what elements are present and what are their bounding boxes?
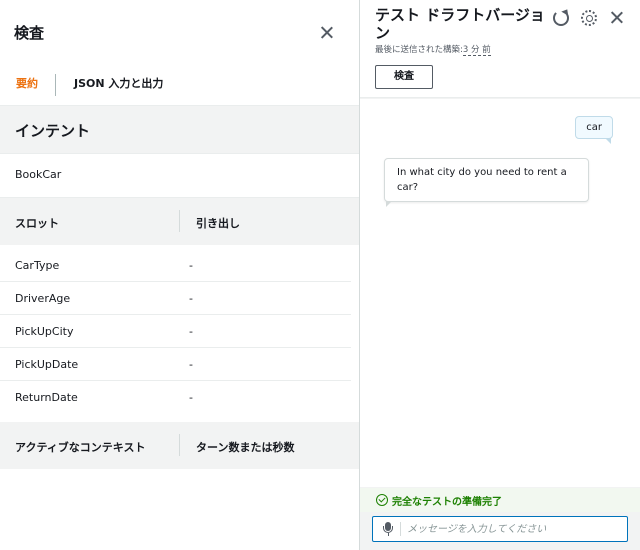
intent-heading: インテント xyxy=(15,122,91,140)
user-message-bubble: car xyxy=(575,116,613,144)
ready-status-text: 完全なテストの準備完了 xyxy=(392,497,502,508)
table-row: PickUpDate - xyxy=(0,348,351,381)
table-row: DriverAge - xyxy=(0,282,351,315)
inspect-title: 検査 xyxy=(14,24,45,42)
bot-message-bubble: In what city do you need to rent a car? xyxy=(384,158,589,207)
contexts-table-header: アクティブなコンテキスト ターン数または秒数 xyxy=(0,422,359,469)
test-panel: テスト ドラフトバージョン 最後に送信された構築:3 分 前 検査 car In… xyxy=(360,0,640,550)
message-input[interactable] xyxy=(407,520,619,538)
slot-name: PickUpCity xyxy=(15,325,74,338)
input-separator xyxy=(400,522,401,536)
tab-summary[interactable]: 要約 xyxy=(16,62,38,106)
table-row: ReturnDate - xyxy=(0,381,351,414)
check-circle-icon xyxy=(376,494,388,506)
slot-name: CarType xyxy=(15,259,60,272)
test-title: テスト ドラフトバージョン xyxy=(375,6,545,42)
test-header: テスト ドラフトバージョン 最後に送信された構築:3 分 前 検査 xyxy=(360,0,640,98)
last-build-label: 最後に送信された構築: xyxy=(375,45,463,55)
intent-row: BookCar xyxy=(0,154,359,198)
inspect-header: 検査 xyxy=(0,0,359,62)
close-icon[interactable] xyxy=(609,10,625,26)
slot-value: - xyxy=(189,292,193,305)
slots-column-header: スロット xyxy=(15,217,59,230)
settings-gear-icon[interactable] xyxy=(581,10,597,26)
active-contexts-column-header: アクティブなコンテキスト xyxy=(15,441,146,454)
slot-value: - xyxy=(189,358,193,371)
message-input-box xyxy=(372,516,628,542)
microphone-icon[interactable] xyxy=(382,522,394,536)
close-icon[interactable] xyxy=(318,24,336,42)
ready-status-bar: 完全なテストの準備完了 xyxy=(360,488,640,512)
slot-value: - xyxy=(189,325,193,338)
slot-value: - xyxy=(189,391,193,404)
slot-value: - xyxy=(189,259,193,272)
elicitation-column-header: 引き出し xyxy=(196,217,240,230)
refresh-icon[interactable] xyxy=(553,10,569,26)
tab-divider xyxy=(55,74,56,96)
chat-conversation: car In what city do you need to rent a c… xyxy=(360,99,640,487)
last-build-info: 最後に送信された構築:3 分 前 xyxy=(375,43,491,56)
turns-seconds-column-header: ターン数または秒数 xyxy=(196,441,295,454)
slots-table-header: スロット 引き出し xyxy=(0,198,359,245)
table-row: PickUpCity - xyxy=(0,315,351,348)
column-separator xyxy=(179,434,180,456)
slot-name: ReturnDate xyxy=(15,391,78,404)
slot-name: PickUpDate xyxy=(15,358,79,371)
tab-json-io[interactable]: JSON 入力と出力 xyxy=(74,62,163,106)
last-build-relative-time: 3 分 前 xyxy=(462,45,491,56)
column-separator xyxy=(179,210,180,232)
intent-section-header: インテント xyxy=(0,106,359,154)
table-row: CarType - xyxy=(0,249,351,282)
intent-value: BookCar xyxy=(15,168,62,181)
inspect-button[interactable]: 検査 xyxy=(375,65,433,89)
slot-name: DriverAge xyxy=(15,292,71,305)
inspect-tabs: 要約 JSON 入力と出力 xyxy=(0,62,359,106)
inspect-panel: 検査 要約 JSON 入力と出力 インテント BookCar スロット 引き出し… xyxy=(0,0,360,550)
